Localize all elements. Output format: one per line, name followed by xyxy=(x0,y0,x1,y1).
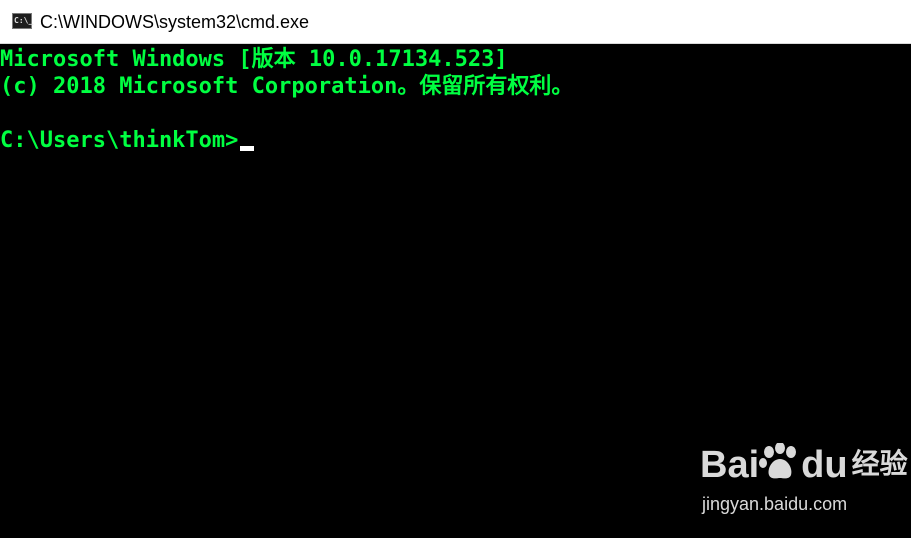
console-line-copyright: (c) 2018 Microsoft Corporation。保留所有权利。 xyxy=(0,74,574,99)
cmd-icon-glyph: C:\_ xyxy=(14,16,34,25)
console-prompt-line[interactable]: C:\Users\thinkTom> xyxy=(0,127,255,154)
console-prompt: C:\Users\thinkTom> xyxy=(0,128,239,153)
watermark-url: jingyan.baidu.com xyxy=(702,494,848,514)
paw-icon xyxy=(759,442,801,481)
baidu-logo: Bai du 经验 xyxy=(700,440,908,489)
console-line-version: Microsoft Windows [版本 10.0.17134.523] xyxy=(0,47,508,72)
baidu-jingyan-watermark: Bai du 经验 jingyan.baidu.com xyxy=(700,440,908,520)
baidu-logo-du: du xyxy=(801,444,848,486)
cmd-window: C:\_ C:\WINDOWS\system32\cmd.exe Microso… xyxy=(0,0,911,538)
jingyan-label: 经验 xyxy=(851,447,908,480)
baidu-logo-bai: Bai xyxy=(700,444,760,486)
window-title: C:\WINDOWS\system32\cmd.exe xyxy=(40,12,310,32)
text-cursor xyxy=(240,146,255,151)
cmd-icon: C:\_ xyxy=(12,13,34,29)
title-bar[interactable]: C:\_ C:\WINDOWS\system32\cmd.exe xyxy=(0,0,911,44)
